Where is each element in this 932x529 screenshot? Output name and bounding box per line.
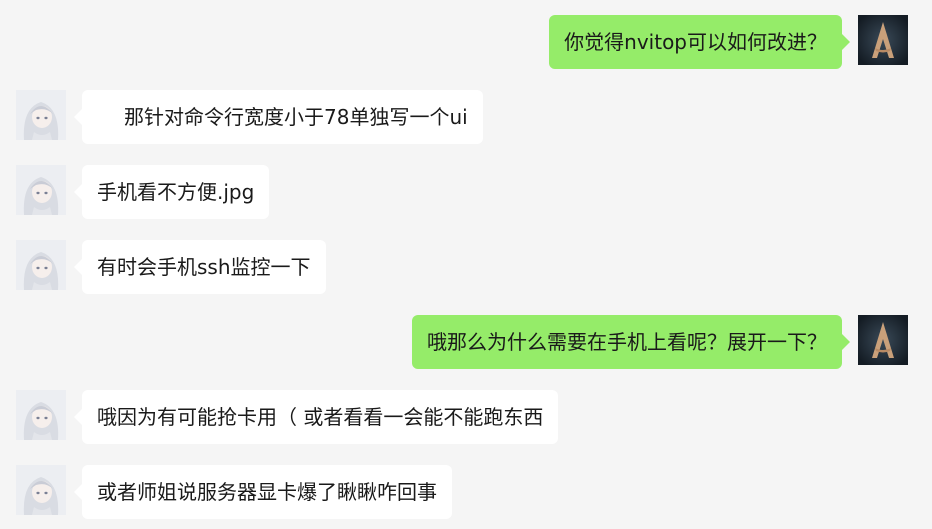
message-row-incoming: 哦因为有可能抢卡用（ 或者看看一会能不能跑东西 (0, 390, 932, 446)
assassin-emblem-avatar[interactable] (858, 15, 908, 65)
message-text: 你觉得nvitop可以如何改进？ (564, 30, 827, 54)
anime-girl-icon (16, 240, 66, 290)
anime-girl-avatar[interactable] (16, 390, 66, 440)
incoming-message-bubble[interactable]: 那针对命令行宽度小于78单独写一个ui (74, 90, 483, 144)
anime-girl-avatar[interactable] (16, 90, 66, 140)
message-text: 哦因为有可能抢卡用（ 或者看看一会能不能跑东西 (97, 405, 544, 429)
message-row-outgoing: 你觉得nvitop可以如何改进？ (0, 15, 932, 71)
message-row-incoming: 有时会手机ssh监控一下 (0, 240, 932, 296)
anime-girl-avatar[interactable] (16, 240, 66, 290)
anime-girl-icon (16, 465, 66, 515)
message-text: 那针对命令行宽度小于78单独写一个ui (124, 105, 468, 129)
chat-history: 你觉得nvitop可以如何改进？ 那针对命令行宽度小于78单独写一个ui 手机看… (0, 0, 932, 529)
message-row-incoming: 或者师姐说服务器显卡爆了瞅瞅咋回事 (0, 465, 932, 521)
incoming-message-bubble[interactable]: 或者师姐说服务器显卡爆了瞅瞅咋回事 (74, 465, 452, 519)
assassin-emblem-avatar[interactable] (858, 315, 908, 365)
incoming-message-bubble[interactable]: 有时会手机ssh监控一下 (74, 240, 326, 294)
anime-girl-icon (16, 390, 66, 440)
anime-girl-icon (16, 165, 66, 215)
assassin-emblem-icon (858, 315, 908, 365)
incoming-message-bubble[interactable]: 手机看不方便.jpg (73, 165, 270, 219)
incoming-message-bubble[interactable]: 哦因为有可能抢卡用（ 或者看看一会能不能跑东西 (73, 390, 559, 444)
anime-girl-avatar[interactable] (16, 465, 66, 515)
anime-girl-icon (16, 90, 66, 140)
outgoing-message-bubble[interactable]: 你觉得nvitop可以如何改进？ (549, 15, 850, 69)
message-text: 或者师姐说服务器显卡爆了瞅瞅咋回事 (97, 480, 437, 504)
message-row-incoming: 手机看不方便.jpg (0, 165, 932, 221)
assassin-emblem-icon (858, 15, 908, 65)
message-text: 手机看不方便.jpg (97, 180, 255, 204)
message-row-outgoing: 哦那么为什么需要在手机上看呢？展开一下？ (0, 315, 932, 371)
message-row-incoming: 那针对命令行宽度小于78单独写一个ui (0, 90, 932, 146)
message-text: 哦那么为什么需要在手机上看呢？展开一下？ (427, 330, 827, 354)
anime-girl-avatar[interactable] (16, 165, 66, 215)
message-text: 有时会手机ssh监控一下 (97, 255, 311, 279)
outgoing-message-bubble[interactable]: 哦那么为什么需要在手机上看呢？展开一下？ (412, 315, 850, 369)
